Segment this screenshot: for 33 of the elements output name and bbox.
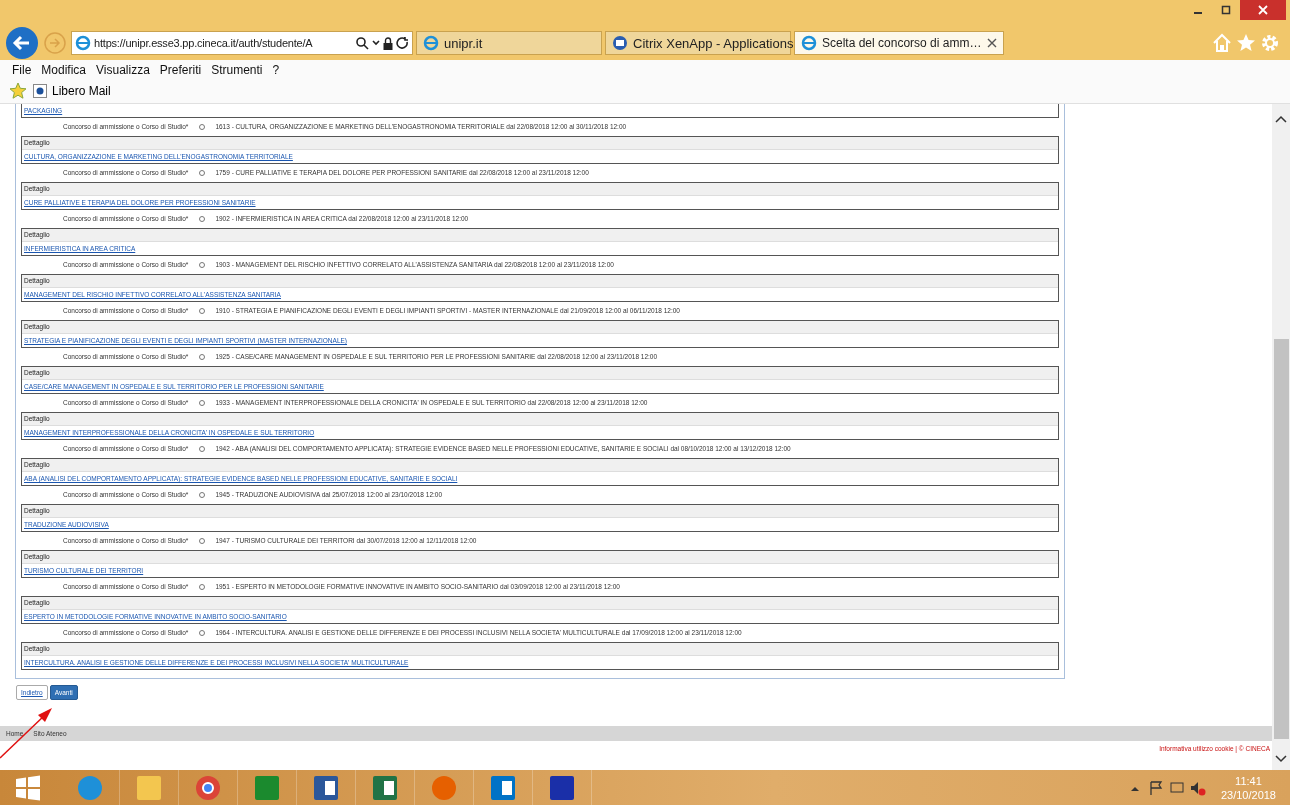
star-icon[interactable]: [1236, 33, 1256, 53]
search-icon[interactable]: [355, 36, 369, 50]
scroll-down-icon[interactable]: [1274, 754, 1288, 764]
maximize-icon[interactable]: [1221, 5, 1231, 15]
refresh-icon[interactable]: [396, 36, 409, 50]
browser-tab[interactable]: unipr.it: [416, 31, 602, 55]
browser-logo-icon: [423, 35, 439, 51]
back-icon[interactable]: [5, 26, 39, 60]
close-tab-icon[interactable]: [987, 38, 997, 48]
lock-icon: [383, 36, 393, 50]
site-logo-icon[interactable]: [33, 84, 47, 99]
browser-logo-icon: [801, 35, 817, 51]
browser-logo-icon: [75, 35, 91, 51]
menu-item[interactable]: File: [12, 63, 32, 77]
menu-item[interactable]: Strumenti: [211, 63, 263, 77]
address-field[interactable]: https://unipr.esse3.pp.cineca.it/auth/studente/A: [71, 31, 413, 55]
browser-tab[interactable]: Scelta del concorso di amm…: [794, 31, 1004, 55]
dropdown-caret-icon[interactable]: [372, 40, 380, 46]
menu-item[interactable]: Preferiti: [159, 63, 202, 77]
browser-tab[interactable]: Citrix XenApp - Applications: [605, 31, 791, 55]
scrollbar-thumb[interactable]: [1273, 338, 1289, 739]
favorites-star-icon[interactable]: [9, 82, 27, 101]
menu-item[interactable]: Modifica: [41, 63, 87, 77]
close-icon: [1258, 5, 1268, 15]
menu-item[interactable]: Visualizza: [96, 63, 150, 77]
app-logo-icon: [612, 35, 628, 51]
favorite-link[interactable]: Libero Mail: [52, 84, 111, 99]
close-button[interactable]: [1240, 0, 1286, 20]
windows-start-icon[interactable]: [15, 774, 41, 801]
clock-time: 11:41: [1235, 773, 1262, 788]
scroll-up-icon[interactable]: [1274, 113, 1288, 124]
clock-date: 23/10/2018: [1220, 787, 1276, 802]
menu-item[interactable]: ?: [272, 63, 280, 77]
